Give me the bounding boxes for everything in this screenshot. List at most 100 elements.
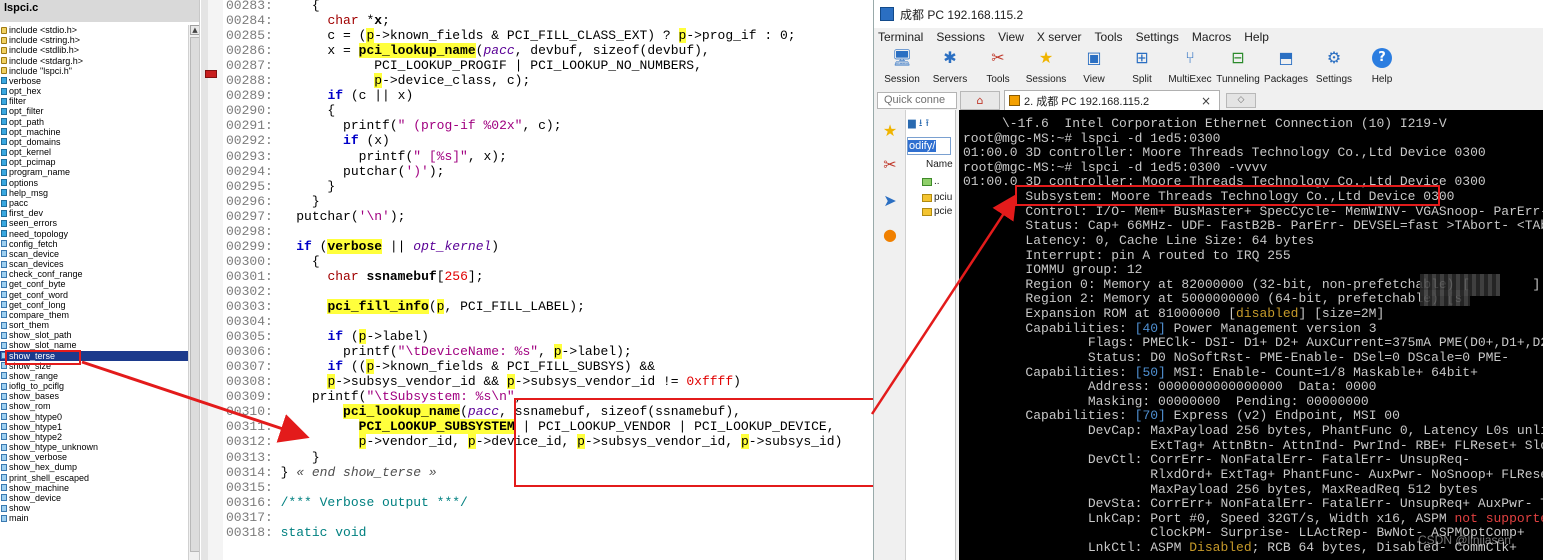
bookmark-icon[interactable] [205, 70, 217, 78]
terminal-text: Express (v2) Endpoint, MSI 00 [1165, 408, 1400, 424]
help-button[interactable]: ? Help [1358, 46, 1406, 90]
line-number: 00301: [226, 268, 273, 284]
sessions-star-icon[interactable]: ★ [878, 118, 902, 142]
variable-icon [1, 168, 7, 176]
symbol-item[interactable]: need_topology [0, 228, 188, 239]
symbol-item[interactable]: pacc [0, 198, 188, 208]
symbol-item[interactable]: show_rom [0, 401, 188, 411]
symbol-scrollbar[interactable]: ▲ [188, 25, 199, 560]
symbol-item[interactable]: include <stdio.h> [0, 25, 188, 35]
symbol-item[interactable]: show_device [0, 493, 188, 503]
split-button[interactable]: ⊞ Split [1118, 46, 1166, 90]
multiexec-button[interactable]: ⑂ MultiExec [1166, 46, 1214, 90]
symbol-item[interactable]: first_dev [0, 208, 188, 218]
selection-highlight-box [5, 350, 81, 365]
symbol-item[interactable]: show_htype1 [0, 422, 188, 432]
symbol-panel-title: lspci.c [0, 0, 199, 22]
symbol-item[interactable]: show_hex_dump [0, 462, 188, 472]
menu-item-help[interactable]: Help [1244, 30, 1269, 44]
sftp-file-row[interactable]: pciu [922, 192, 952, 203]
symbol-item[interactable]: check_conf_range [0, 269, 188, 279]
symbol-item[interactable]: scan_devices [0, 259, 188, 269]
symbol-item[interactable]: help_msg [0, 188, 188, 198]
tools-icon[interactable]: ✂ [878, 152, 902, 176]
sftp-file-row[interactable]: pcie [922, 206, 952, 217]
scroll-up-arrow-icon[interactable]: ▲ [190, 25, 199, 35]
symbol-item[interactable]: config_fetch [0, 239, 188, 249]
code-editor[interactable]: 00283: {00284: char *x; 00285: c = (p->kn… [201, 0, 873, 560]
symbol-item[interactable]: opt_domains [0, 137, 188, 147]
symbol-item[interactable]: verbose [0, 76, 188, 86]
code-token: ( [343, 329, 359, 345]
symbol-item[interactable]: compare_them [0, 310, 188, 320]
terminal-view[interactable]: \-1f.6 Intel Corporation Ethernet Connec… [959, 110, 1543, 560]
code-token: ->vendor_id, [366, 434, 468, 450]
symbol-item[interactable]: get_conf_long [0, 300, 188, 310]
symbol-item[interactable]: include "lspci.h" [0, 66, 188, 76]
window-titlebar[interactable]: 成都 PC 192.168.115.2 [874, 0, 1543, 28]
include-icon [1, 26, 7, 34]
macros-icon[interactable]: ● [878, 222, 902, 246]
terminal-text: Address: 0000000000000000 Data: 0000 [963, 379, 1377, 395]
settings-button[interactable]: ⚙ Settings [1310, 46, 1358, 90]
symbol-item[interactable]: show_htype0 [0, 412, 188, 422]
terminal-line: MaxPayload 256 bytes, MaxReadReq 512 byt… [963, 482, 1478, 498]
symbol-item[interactable]: show_range [0, 371, 188, 381]
tunneling-button[interactable]: ⊟ Tunneling [1214, 46, 1262, 90]
symbol-item[interactable]: options [0, 178, 188, 188]
symbol-item[interactable]: show_machine [0, 483, 188, 493]
menu-item-tools[interactable]: Tools [1095, 30, 1123, 44]
packages-button[interactable]: ⬒ Packages [1262, 46, 1310, 90]
sessions-button[interactable]: ★ Sessions [1022, 46, 1070, 90]
close-icon[interactable]: × [1201, 94, 1211, 108]
symbol-item[interactable]: show_slot_name [0, 340, 188, 350]
symbol-item[interactable]: seen_errors [0, 218, 188, 228]
servers-button[interactable]: ✱ Servers [926, 46, 974, 90]
session-button[interactable]: 🖥 Session [878, 46, 926, 90]
home-tab[interactable]: ⌂ [960, 91, 1000, 110]
symbol-item[interactable]: include <string.h> [0, 35, 188, 45]
menu-item-view[interactable]: View [998, 30, 1024, 44]
symbol-item[interactable]: program_name [0, 167, 188, 177]
symbol-item[interactable]: sort_them [0, 320, 188, 330]
sftp-path-field[interactable]: odify/ [907, 137, 951, 155]
quick-connect-input[interactable]: Quick conne [877, 92, 957, 109]
sftp-column-name[interactable]: Name [926, 159, 953, 170]
sftp-icon[interactable]: ➤ [878, 188, 902, 212]
menu-item-macros[interactable]: Macros [1192, 30, 1231, 44]
symbol-item[interactable]: include <stdlib.h> [0, 45, 188, 55]
symbol-item[interactable]: show_bases [0, 391, 188, 401]
symbol-item[interactable]: print_shell_escaped [0, 473, 188, 483]
symbol-item[interactable]: show_htype2 [0, 432, 188, 442]
tools-button[interactable]: ✂ Tools [974, 46, 1022, 90]
symbol-item[interactable]: opt_hex [0, 86, 188, 96]
line-number: 00283: [226, 0, 273, 13]
menu-item-x-server[interactable]: X server [1037, 30, 1082, 44]
sftp-file-row[interactable]: .. [922, 176, 940, 187]
new-tab-button[interactable]: ◇ [1226, 93, 1256, 108]
scrollbar-thumb[interactable] [190, 37, 199, 552]
symbol-item[interactable]: filter [0, 96, 188, 106]
symbol-item[interactable]: get_conf_word [0, 289, 188, 300]
symbol-item[interactable]: show_slot_path [0, 330, 188, 340]
symbol-item[interactable]: get_conf_byte [0, 279, 188, 289]
terminal-text: Masking: 00000000 Pending: 00000000 [963, 393, 1369, 409]
tab-session-2[interactable]: 2. 成都 PC 192.168.115.2 × [1004, 90, 1220, 110]
symbol-item[interactable]: opt_kernel [0, 147, 188, 157]
symbol-item[interactable]: opt_path [0, 117, 188, 127]
symbol-item[interactable]: show_verbose [0, 452, 188, 462]
symbol-item[interactable]: show_htype_unknown [0, 442, 188, 452]
symbol-item[interactable]: opt_pcimap [0, 157, 188, 167]
sftp-toolbar-icons[interactable]: ▆ ⭳ ⭱ [908, 116, 929, 133]
menu-item-sessions[interactable]: Sessions [936, 30, 985, 44]
symbol-item[interactable]: main [0, 513, 188, 523]
symbol-item[interactable]: show [0, 503, 188, 513]
symbol-item[interactable]: opt_filter [0, 106, 188, 116]
symbol-item[interactable]: opt_machine [0, 127, 188, 137]
view-button[interactable]: ▣ View [1070, 46, 1118, 90]
menu-item-settings[interactable]: Settings [1136, 30, 1179, 44]
menu-item-terminal[interactable]: Terminal [878, 30, 923, 44]
symbol-item[interactable]: include <stdarg.h> [0, 56, 188, 66]
symbol-item[interactable]: ioflg_to_pciflg [0, 381, 188, 391]
symbol-item[interactable]: scan_device [0, 249, 188, 259]
